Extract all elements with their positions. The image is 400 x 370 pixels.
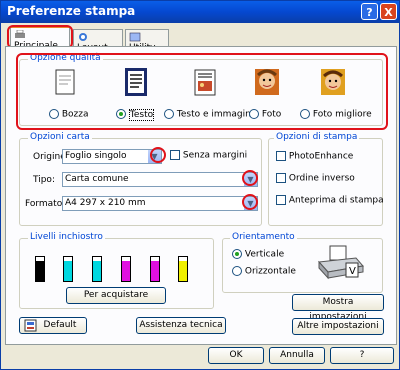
tab-layout[interactable]: Layout [73, 29, 123, 53]
ink-cartridge [177, 248, 189, 282]
ink-fill [179, 260, 187, 281]
window-title: Preferenze stampa [7, 4, 136, 18]
quality-option-label: Testo e immagine [176, 109, 257, 120]
title-close-button[interactable]: X [380, 3, 397, 20]
checkbox-icon [276, 195, 286, 205]
format-select[interactable]: A4 297 x 210 mm ▼ [62, 196, 258, 211]
ink-fill [36, 260, 44, 281]
ink-well [150, 256, 160, 282]
orientation-option-label: Orizzontale [244, 266, 296, 277]
quality-option-label: Testo [128, 108, 155, 121]
svg-text:V: V [349, 266, 356, 277]
checkbox-icon [276, 173, 286, 183]
type-select[interactable]: Carta comune ▼ [62, 172, 258, 187]
tab-utility[interactable]: Utility [125, 29, 169, 53]
photoenhance-checkbox[interactable]: PhotoEnhance [276, 151, 353, 162]
radio-icon [300, 109, 310, 119]
print-preview-checkbox[interactable]: Anteprima di stampa [276, 195, 384, 206]
quality-option-label: Foto migliore [312, 109, 372, 120]
orientation-portrait[interactable]: Verticale [232, 249, 284, 260]
buy-ink-button[interactable]: Per acquistare [66, 287, 166, 304]
cancel-button[interactable]: Annulla [269, 347, 325, 364]
quality-option-label: Foto [261, 109, 282, 120]
orientation-option-label: Verticale [244, 249, 285, 260]
radio-selected-icon [116, 109, 126, 119]
ink-cartridge [120, 248, 132, 282]
quality-option-draft[interactable]: Bozza [49, 109, 89, 120]
print-option-label: Ordine inverso [288, 173, 355, 184]
source-dropdown-highlight [150, 147, 166, 163]
title-bar: Preferenze stampa ? X [1, 1, 399, 23]
default-settings-icon [24, 319, 37, 332]
main-panel: Opzione qualità Bozza Testo Testo e imma… [5, 46, 397, 345]
quality-option-label: Bozza [61, 109, 89, 120]
quality-option-photo[interactable]: Foto [249, 109, 281, 120]
ink-group-label: Livelli inchiostro [28, 232, 105, 242]
ink-well [121, 256, 131, 282]
type-label: Tipo: [33, 175, 55, 185]
ink-cartridge [149, 248, 161, 282]
reverse-order-checkbox[interactable]: Ordine inverso [276, 173, 355, 184]
default-button[interactable]: Default [19, 317, 87, 334]
ink-well [35, 256, 45, 282]
best-photo-icon [321, 69, 345, 95]
ink-fill [93, 260, 101, 281]
ink-well [92, 256, 102, 282]
show-settings-button[interactable]: Mostra impostazioni [292, 294, 384, 322]
radio-icon [249, 109, 259, 119]
draft-icon [55, 69, 75, 95]
print-option-label: PhotoEnhance [288, 151, 354, 162]
quality-option-text-image[interactable]: Testo e immagine [164, 109, 256, 120]
format-dropdown-highlight [242, 194, 258, 210]
text-image-icon [194, 69, 216, 96]
print-options-label: Opzioni di stampa [274, 132, 360, 142]
ink-cartridge [62, 248, 74, 282]
format-label: Formato: [25, 199, 66, 209]
ink-levels [34, 248, 204, 282]
radio-icon [232, 266, 242, 276]
paper-group-label: Opzioni carta [28, 132, 92, 142]
printer-orientation-icon: V [317, 245, 364, 280]
print-option-label: Anteprima di stampa [288, 195, 384, 206]
ink-cartridge [34, 248, 46, 282]
technical-support-button[interactable]: Assistenza tecnica [136, 317, 226, 334]
type-value: Carta comune [65, 174, 129, 184]
borderless-checkbox[interactable]: Senza margini [170, 150, 247, 161]
radio-icon [49, 109, 59, 119]
ink-cartridge [91, 248, 103, 282]
utility-icon [129, 32, 141, 42]
ink-fill [64, 260, 72, 281]
radio-selected-icon [232, 249, 242, 259]
photo-icon [255, 69, 279, 95]
orientation-landscape[interactable]: Orizzontale [232, 266, 296, 277]
orientation-group-label: Orientamento [230, 232, 297, 242]
format-value: A4 297 x 210 mm [65, 198, 146, 208]
checkbox-icon [276, 151, 286, 161]
ink-well [178, 256, 188, 282]
layout-icon [79, 33, 87, 41]
print-preferences-window: Preferenze stampa ? X Principale Layout … [0, 0, 400, 370]
checkbox-icon [170, 150, 180, 160]
source-value: Foglio singolo [65, 151, 127, 161]
ink-well [63, 256, 73, 282]
type-dropdown-highlight [242, 170, 258, 186]
default-label: Default [43, 320, 77, 330]
radio-icon [164, 109, 174, 119]
other-settings-button[interactable]: Altre impostazioni [292, 318, 384, 335]
source-select[interactable]: Foglio singolo ▼ [62, 149, 162, 164]
text-icon [125, 68, 147, 96]
ok-button[interactable]: OK [208, 347, 264, 364]
borderless-label: Senza margini [182, 150, 248, 161]
help-button[interactable]: ? [330, 347, 394, 364]
quality-option-text[interactable]: Testo [116, 108, 155, 121]
title-help-button[interactable]: ? [361, 3, 378, 20]
ink-fill [151, 260, 159, 281]
quality-option-best-photo[interactable]: Foto migliore [300, 109, 372, 120]
ink-fill [122, 260, 130, 281]
